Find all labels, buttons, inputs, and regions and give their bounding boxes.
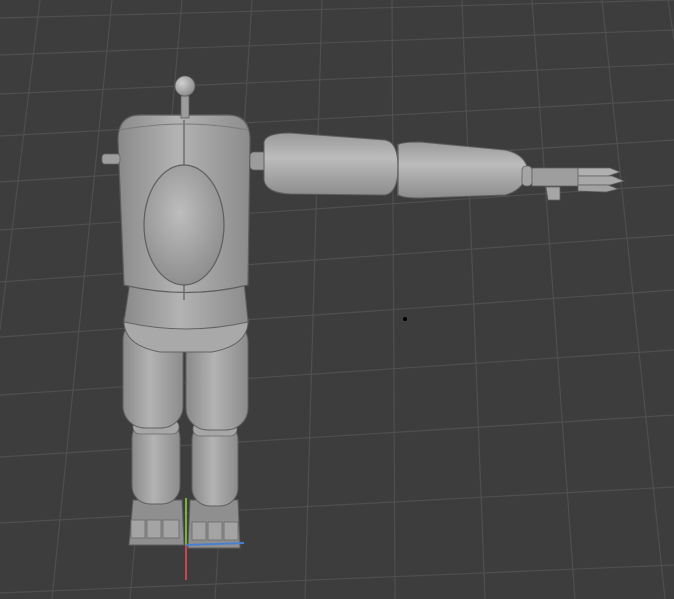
- viewport-grid: [0, 0, 674, 599]
- pivot-point-marker: [403, 317, 407, 321]
- 3d-viewport[interactable]: [0, 0, 674, 599]
- belly-plate[interactable]: [143, 164, 225, 286]
- viewport-canvas[interactable]: [0, 0, 674, 599]
- left-lower-leg[interactable]: [131, 419, 181, 505]
- right-foot[interactable]: [187, 499, 241, 549]
- right-arm[interactable]: [249, 132, 533, 199]
- right-lower-leg[interactable]: [191, 421, 239, 507]
- left-shoulder-stub[interactable]: [101, 153, 121, 165]
- left-foot[interactable]: [128, 499, 185, 546]
- antenna[interactable]: [174, 75, 196, 119]
